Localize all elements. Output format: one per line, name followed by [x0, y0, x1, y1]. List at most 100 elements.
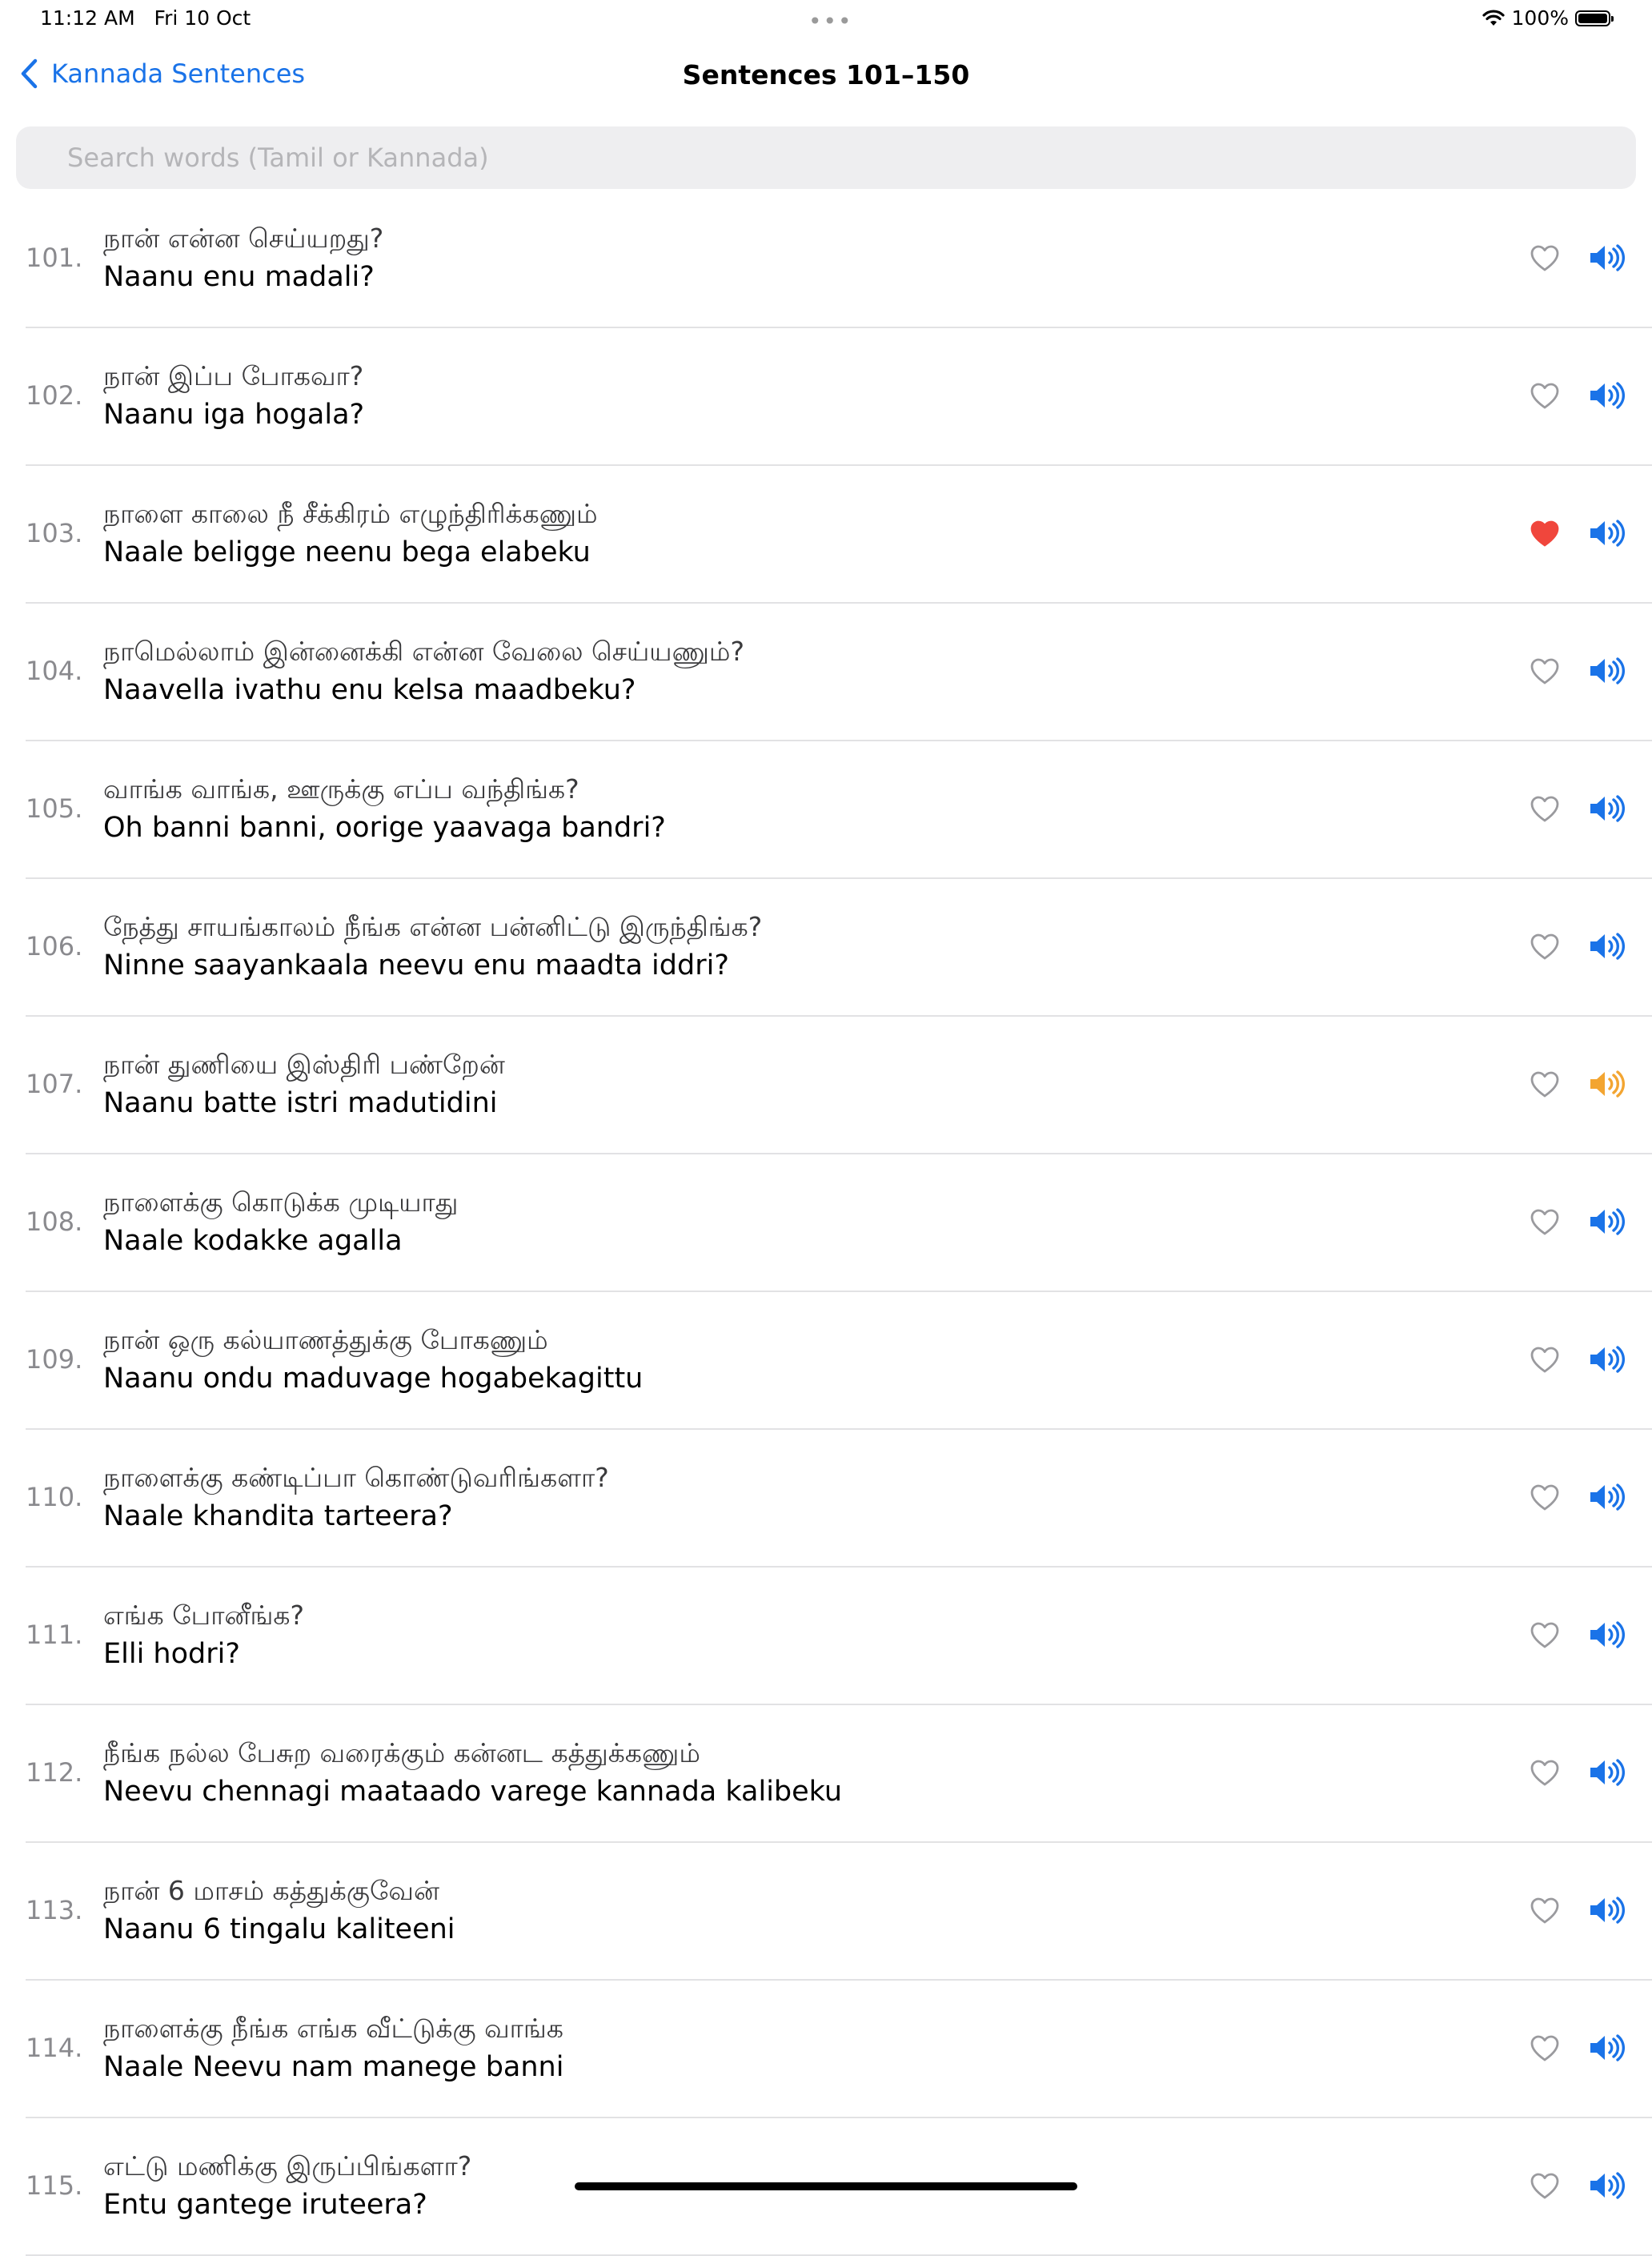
sentence-number: 114. [26, 2033, 83, 2063]
sentence-list: 101. நான் என்ன செய்யறது? Naanu enu madal… [0, 191, 1652, 2256]
kannada-sentence: Neevu chennagi maataado varege kannada k… [103, 1776, 843, 1808]
speaker-icon[interactable] [1588, 1206, 1625, 1238]
tamil-sentence: நேத்து சாயங்காலம் நீங்க என்ன பன்னிட்டு இ… [103, 911, 763, 942]
speaker-icon[interactable] [1588, 655, 1625, 687]
battery-icon [1575, 10, 1614, 26]
sentence-row[interactable]: 109. நான் ஒரு கல்யாணத்துக்கு போகணும் Naa… [26, 1292, 1652, 1430]
sentence-row[interactable]: 102. நான் இப்ப போகவா? Naanu iga hogala? [26, 328, 1652, 466]
sentence-number: 109. [26, 1344, 83, 1375]
kannada-sentence: Oh banni banni, oorige yaavaga bandri? [103, 812, 666, 844]
kannada-sentence: Ninne saayankaala neevu enu maadta iddri… [103, 949, 729, 981]
heart-icon[interactable] [1529, 1070, 1561, 1098]
kannada-sentence: Naanu 6 tingalu kaliteeni [103, 1913, 455, 1945]
sentence-row[interactable]: 101. நான் என்ன செய்யறது? Naanu enu madal… [26, 191, 1652, 328]
sentence-number: 113. [26, 1895, 83, 1925]
multitasking-dots-icon[interactable]: ••• [808, 8, 853, 34]
sentence-row[interactable]: 104. நாமெல்லாம் இன்னைக்கி என்ன வேலை செய்… [26, 604, 1652, 741]
sentence-number: 115. [26, 2170, 83, 2201]
speaker-icon[interactable] [1588, 793, 1625, 825]
page-title: Sentences 101–150 [682, 59, 970, 90]
kannada-sentence: Naanu iga hogala? [103, 399, 365, 431]
sentence-number: 111. [26, 1620, 83, 1650]
sentence-row[interactable]: 113. நான் 6 மாசம் கத்துக்குவேன் Naanu 6 … [26, 1843, 1652, 1981]
heart-icon[interactable] [1529, 381, 1561, 410]
sentence-row[interactable]: 112. நீங்க நல்ல பேசுற வரைக்கும் கன்னட கத… [26, 1705, 1652, 1843]
speaker-icon[interactable] [1588, 1481, 1625, 1513]
sentence-number: 101. [26, 243, 83, 273]
wifi-icon [1482, 9, 1505, 26]
sentence-row[interactable]: 106. நேத்து சாயங்காலம் நீங்க என்ன பன்னிட… [26, 879, 1652, 1017]
sentence-number: 103. [26, 518, 83, 548]
kannada-sentence: Naale Neevu nam manege banni [103, 2051, 564, 2083]
heart-icon[interactable] [1529, 1620, 1561, 1649]
sentence-number: 108. [26, 1206, 83, 1237]
speaker-icon[interactable] [1588, 930, 1625, 962]
tamil-sentence: எட்டு மணிக்கு இருப்பிங்களா? [103, 2150, 472, 2182]
heart-icon[interactable] [1529, 2033, 1561, 2062]
speaker-icon[interactable] [1588, 379, 1625, 411]
tamil-sentence: நான் துணியை இஸ்திரி பண்றேன் [103, 1049, 505, 1080]
speaker-icon[interactable] [1588, 2170, 1625, 2202]
sentence-row[interactable]: 105. வாங்க வாங்க, ஊருக்கு எப்ப வந்திங்க?… [26, 741, 1652, 879]
heart-icon[interactable] [1529, 2171, 1561, 2200]
sentence-row[interactable]: 103. நாளை காலை நீ சீக்கிரம் எழுந்திரிக்க… [26, 466, 1652, 604]
tamil-sentence: நான் 6 மாசம் கத்துக்குவேன் [103, 1875, 439, 1906]
navigation-bar: Kannada Sentences Sentences 101–150 [0, 48, 1652, 109]
tamil-sentence: நான் இப்ப போகவா? [103, 360, 364, 391]
kannada-sentence: Naanu enu madali? [103, 261, 375, 293]
status-time: 11:12 AM Fri 10 Oct [40, 6, 251, 30]
speaker-playing-icon[interactable] [1588, 1068, 1625, 1100]
sentence-number: 102. [26, 380, 83, 411]
sentence-row[interactable]: 111. எங்க போனீங்க? Elli hodri? [26, 1568, 1652, 1705]
battery-percentage: 100% [1511, 6, 1569, 30]
speaker-icon[interactable] [1588, 1619, 1625, 1651]
kannada-sentence: Entu gantege iruteera? [103, 2189, 427, 2221]
sentence-number: 105. [26, 793, 83, 824]
sentence-row[interactable]: 108. நாளைக்கு கொடுக்க முடியாது Naale kod… [26, 1154, 1652, 1292]
tamil-sentence: நீங்க நல்ல பேசுற வரைக்கும் கன்னட கத்துக்… [103, 1737, 700, 1768]
heart-icon[interactable] [1529, 1207, 1561, 1236]
status-bar: 11:12 AM Fri 10 Oct ••• 100% [0, 0, 1652, 40]
tamil-sentence: நாளை காலை நீ சீக்கிரம் எழுந்திரிக்கணும் [103, 498, 598, 529]
kannada-sentence: Elli hodri? [103, 1638, 240, 1670]
tamil-sentence: நாளைக்கு நீங்க எங்க வீட்டுக்கு வாங்க [103, 2013, 563, 2044]
kannada-sentence: Naale beligge neenu bega elabeku [103, 536, 591, 568]
speaker-icon[interactable] [1588, 517, 1625, 549]
sentence-number: 107. [26, 1069, 83, 1099]
tamil-sentence: நாளைக்கு கொடுக்க முடியாது [103, 1186, 459, 1218]
speaker-icon[interactable] [1588, 1894, 1625, 1926]
tamil-sentence: நான் ஒரு கல்யாணத்துக்கு போகணும் [103, 1324, 548, 1355]
search-bar[interactable] [16, 126, 1636, 189]
heart-icon[interactable] [1529, 1758, 1561, 1787]
home-indicator[interactable] [575, 2182, 1077, 2190]
heart-icon[interactable] [1529, 932, 1561, 961]
heart-icon[interactable] [1529, 243, 1561, 272]
search-input[interactable] [16, 126, 1636, 189]
heart-icon[interactable] [1529, 1483, 1561, 1511]
heart-icon[interactable] [1529, 1345, 1561, 1374]
heart-icon[interactable] [1529, 794, 1561, 823]
kannada-sentence: Naavella ivathu enu kelsa maadbeku? [103, 674, 636, 706]
sentence-number: 104. [26, 656, 83, 686]
tamil-sentence: வாங்க வாங்க, ஊருக்கு எப்ப வந்திங்க? [103, 773, 579, 805]
sentence-row[interactable]: 110. நாளைக்கு கண்டிப்பா கொண்டுவரிங்களா? … [26, 1430, 1652, 1568]
speaker-icon[interactable] [1588, 2032, 1625, 2064]
tamil-sentence: எங்க போனீங்க? [103, 1600, 305, 1631]
heart-filled-icon[interactable] [1529, 519, 1561, 548]
status-indicators: 100% [1482, 6, 1614, 30]
sentence-number: 112. [26, 1757, 83, 1788]
sentence-row[interactable]: 114. நாளைக்கு நீங்க எங்க வீட்டுக்கு வாங்… [26, 1981, 1652, 2118]
tamil-sentence: நாமெல்லாம் இன்னைக்கி என்ன வேலை செய்யணும்… [103, 636, 744, 667]
sentence-number: 110. [26, 1482, 83, 1512]
kannada-sentence: Naale kodakke agalla [103, 1225, 403, 1257]
kannada-sentence: Naanu batte istri madutidini [103, 1087, 498, 1119]
speaker-icon[interactable] [1588, 1756, 1625, 1788]
kannada-sentence: Naale khandita tarteera? [103, 1500, 453, 1532]
heart-icon[interactable] [1529, 656, 1561, 685]
tamil-sentence: நாளைக்கு கண்டிப்பா கொண்டுவரிங்களா? [103, 1462, 609, 1493]
tamil-sentence: நான் என்ன செய்யறது? [103, 223, 384, 254]
speaker-icon[interactable] [1588, 242, 1625, 274]
heart-icon[interactable] [1529, 1896, 1561, 1925]
sentence-row[interactable]: 107. நான் துணியை இஸ்திரி பண்றேன் Naanu b… [26, 1017, 1652, 1154]
speaker-icon[interactable] [1588, 1343, 1625, 1375]
